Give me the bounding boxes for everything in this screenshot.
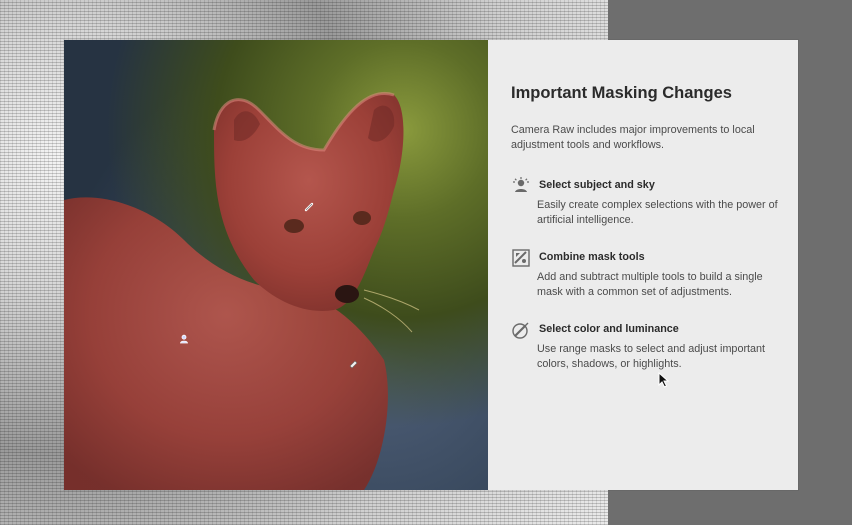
panel-title: Important Masking Changes [511, 84, 732, 102]
whats-new-dialog: Important Masking Changes Camera Raw inc… [64, 40, 798, 490]
feature-heading: Select subject and sky [539, 179, 655, 191]
feature-combine-mask-tools: Combine mask tools Add and subtract mult… [511, 248, 786, 298]
info-panel: Important Masking Changes Camera Raw inc… [488, 40, 798, 490]
subject-pin-icon[interactable] [179, 334, 189, 344]
demo-photo [64, 40, 488, 490]
color-range-pin-icon[interactable] [349, 359, 359, 369]
color-luminance-icon [511, 320, 531, 340]
feature-description: Easily create complex selections with th… [537, 199, 778, 226]
subject-sky-icon [511, 176, 531, 196]
feature-select-subject-sky: Select subject and sky Easily create com… [511, 176, 786, 226]
feature-description: Use range masks to select and adjust imp… [537, 343, 766, 370]
feature-heading: Combine mask tools [539, 251, 645, 263]
fox-with-mask-overlay [64, 91, 420, 490]
mouse-cursor-icon [658, 372, 670, 388]
mask-pin-icon[interactable] [304, 202, 314, 212]
combine-masks-icon [511, 248, 531, 268]
feature-select-color-luminance: Select color and luminance Use range mas… [511, 320, 786, 370]
feature-description: Add and subtract multiple tools to build… [537, 271, 763, 298]
feature-heading: Select color and luminance [539, 323, 679, 335]
panel-intro: Camera Raw includes major improvements t… [511, 124, 755, 151]
